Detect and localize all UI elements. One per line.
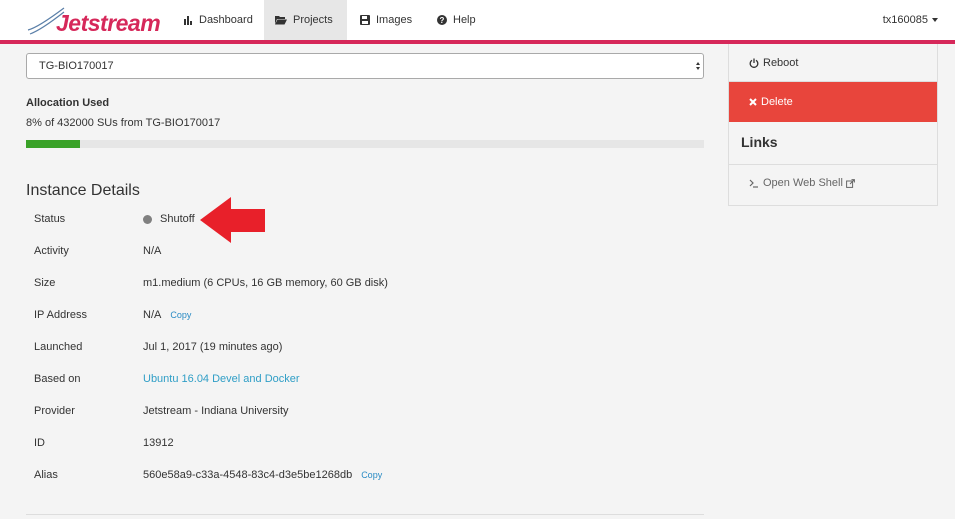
- detail-label-size: Size: [34, 277, 56, 289]
- power-icon: [749, 58, 759, 68]
- external-link-icon: [846, 178, 855, 188]
- instance-details-title: Instance Details: [26, 182, 140, 199]
- nav-dashboard[interactable]: Dashboard: [172, 0, 264, 40]
- id-value: 13912: [143, 437, 174, 449]
- detail-label-ip-address: IP Address: [34, 309, 87, 321]
- provider-value: Jetstream - Indiana University: [143, 405, 289, 417]
- red-arrow-annotation-icon: [200, 197, 265, 243]
- section-divider: [26, 514, 704, 515]
- user-menu[interactable]: tx160085: [883, 0, 938, 40]
- size-value: m1.medium (6 CPUs, 16 GB memory, 60 GB d…: [143, 277, 388, 289]
- open-web-shell-link[interactable]: Open Web Shell: [749, 177, 855, 189]
- question-circle-icon: ?: [437, 15, 447, 25]
- nav-projects[interactable]: Projects: [264, 0, 347, 40]
- close-icon: [749, 98, 757, 106]
- caret-down-icon: [932, 18, 938, 22]
- username: tx160085: [882, 14, 928, 26]
- alias-text: 560e58a9-c33a-4548-83c4-d3e5be1268db: [143, 469, 353, 481]
- allocation-summary: 8% of 432000 SUs from TG-BIO170017: [26, 117, 221, 129]
- save-icon: [360, 15, 370, 25]
- allocation-progress-fill: [26, 140, 81, 148]
- alias-value: 560e58a9-c33a-4548-83c4-d3e5be1268db Cop…: [143, 469, 382, 481]
- copy-ip-link[interactable]: Copy: [170, 310, 191, 320]
- bar-chart-icon: [183, 15, 193, 25]
- detail-label-activity: Activity: [34, 245, 69, 257]
- allocation-progress-bar: [26, 140, 704, 148]
- detail-label-provider: Provider: [34, 405, 75, 417]
- delete-button[interactable]: Delete: [729, 82, 937, 122]
- links-divider: [729, 164, 937, 165]
- activity-value: N/A: [143, 245, 162, 257]
- based-on-image-link[interactable]: Ubuntu 16.04 Devel and Docker: [143, 373, 300, 385]
- reboot-button[interactable]: Reboot: [729, 44, 937, 82]
- nav-dashboard-label: Dashboard: [199, 14, 253, 26]
- logo-text: Jetstream: [56, 10, 161, 36]
- allocation-used-title: Allocation Used: [26, 97, 110, 109]
- detail-label-id: ID: [34, 437, 45, 449]
- svg-text:?: ?: [440, 16, 445, 25]
- jetstream-logo[interactable]: Jetstream: [26, 4, 161, 38]
- top-navbar: Jetstream Dashboard Projects Images ? He…: [0, 0, 955, 41]
- ip-address-text: N/A: [143, 309, 162, 321]
- actions-sidebar: Reboot Delete Links Open Web Shell: [728, 44, 938, 206]
- nav-projects-label: Projects: [293, 14, 333, 26]
- allocation-select[interactable]: TG-BIO170017: [26, 53, 704, 79]
- folder-open-icon: [275, 15, 287, 25]
- select-arrow-icon: [695, 58, 701, 74]
- copy-alias-link[interactable]: Copy: [361, 470, 382, 480]
- status-value: Shutoff: [143, 213, 195, 225]
- detail-label-status: Status: [34, 213, 66, 225]
- links-title: Links: [741, 134, 778, 150]
- nav-images[interactable]: Images: [349, 0, 423, 40]
- delete-label: Delete: [761, 96, 793, 108]
- status-text: Shutoff: [160, 213, 195, 225]
- allocation-select-value: TG-BIO170017: [39, 60, 114, 72]
- nav-images-label: Images: [376, 14, 413, 26]
- launched-value: Jul 1, 2017 (19 minutes ago): [143, 341, 283, 353]
- reboot-label: Reboot: [763, 56, 799, 69]
- terminal-icon: [749, 179, 759, 188]
- detail-label-based-on: Based on: [34, 373, 81, 385]
- detail-label-launched: Launched: [34, 341, 83, 353]
- open-web-shell-label: Open Web Shell: [763, 177, 843, 189]
- nav-help-label: Help: [453, 14, 476, 26]
- detail-label-alias: Alias: [34, 469, 58, 481]
- status-dot-icon: [143, 214, 152, 224]
- nav-help[interactable]: ? Help: [426, 0, 487, 40]
- ip-address-value: N/A Copy: [143, 309, 191, 321]
